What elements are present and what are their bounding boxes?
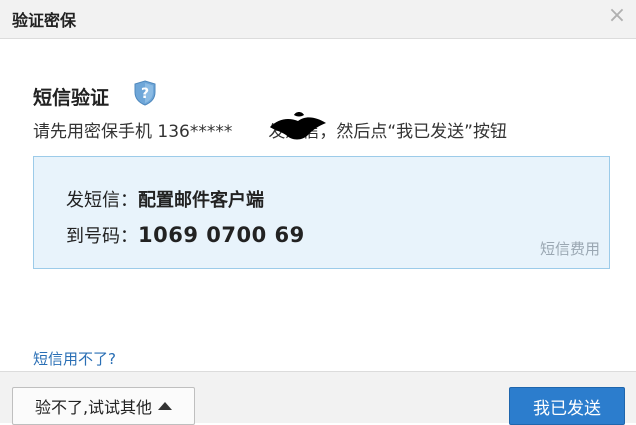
triangle-up-icon <box>158 402 173 410</box>
sms-help-link[interactable]: 短信用不了? <box>33 348 116 369</box>
instruction-prefix: 请先用密保手机 136***** <box>33 122 233 142</box>
sms-content-value: 配置邮件客户端 <box>138 190 264 211</box>
sent-button[interactable]: 我已发送 <box>509 387 625 425</box>
sms-number-value: 1069 0700 69 <box>138 223 305 247</box>
svg-text:?: ? <box>141 86 149 102</box>
sms-content-label: 发短信： <box>66 190 138 211</box>
sms-info-box: 发短信：配置邮件客户端 到号码：1069 0700 69 短信费用 <box>33 156 610 269</box>
redaction-mark <box>270 112 326 140</box>
dialog-titlebar: 验证密保 × <box>0 0 636 39</box>
shield-question-icon: ? <box>134 80 156 106</box>
sms-content-row: 发短信：配置邮件客户端 <box>66 186 264 212</box>
try-other-button[interactable]: 验不了,试试其他 <box>12 387 195 425</box>
sms-number-label: 到号码： <box>66 226 138 247</box>
dialog-title: 验证密保 <box>12 11 77 30</box>
close-icon[interactable]: × <box>604 3 630 29</box>
sms-number-row: 到号码：1069 0700 69 <box>66 222 305 248</box>
dialog-footer: 验不了,试试其他 我已发送 <box>0 371 636 425</box>
try-other-label: 验不了,试试其他 <box>34 398 153 417</box>
sms-fee-label: 短信费用 <box>539 240 600 258</box>
section-heading: 短信验证 <box>33 87 110 109</box>
